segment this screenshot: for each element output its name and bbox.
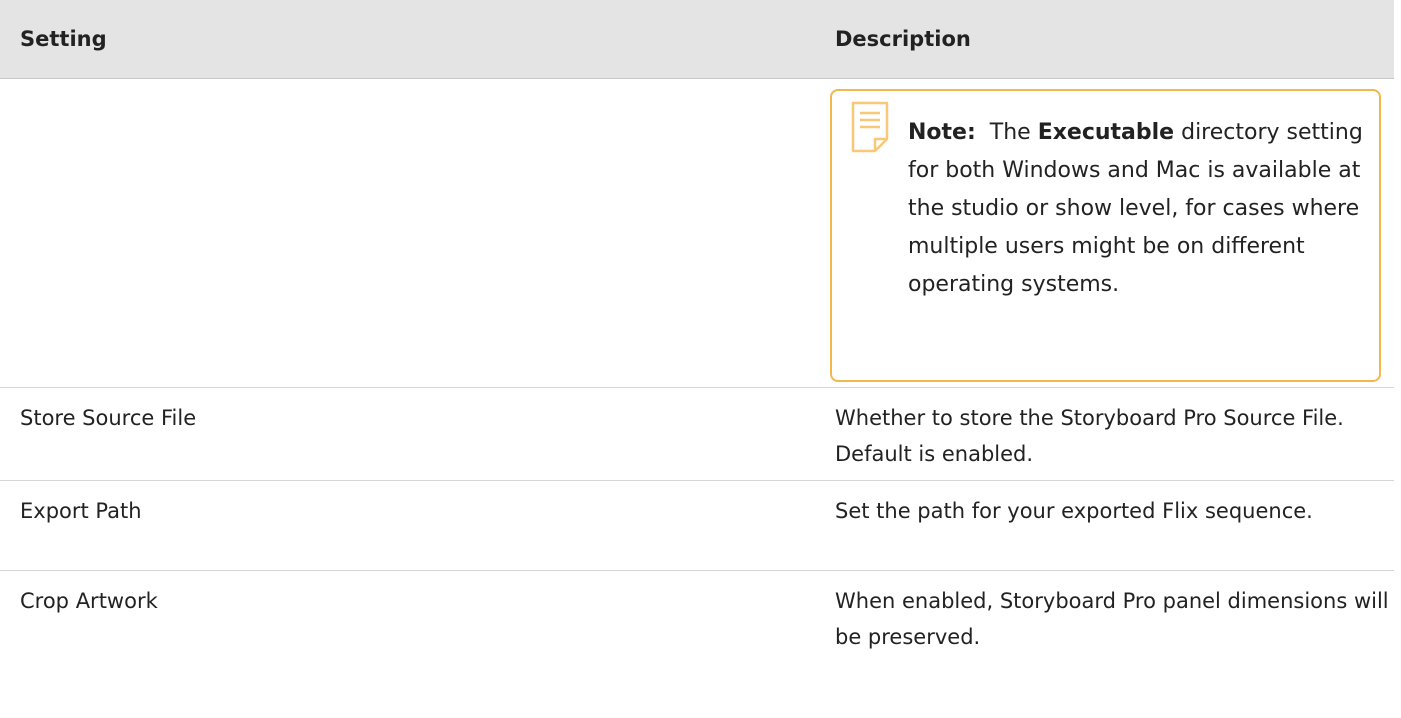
setting-name: Export Path xyxy=(20,499,142,523)
setting-name: Crop Artwork xyxy=(20,589,158,613)
table-row: Crop Artwork When enabled, Storyboard Pr… xyxy=(0,571,1394,668)
header-description: Description xyxy=(835,27,971,51)
table-row: Store Source File Whether to store the S… xyxy=(0,388,1394,481)
description-cell: Note: The Executable directory setting f… xyxy=(815,79,1394,387)
setting-cell-empty xyxy=(0,79,815,387)
note-label: Note: xyxy=(908,120,976,145)
settings-table: Setting Description Note: The Executable… xyxy=(0,0,1394,668)
table-header: Setting Description xyxy=(0,0,1394,79)
setting-name: Store Source File xyxy=(20,406,197,430)
setting-description: Whether to store the Storyboard Pro Sour… xyxy=(835,406,1344,466)
setting-description: Set the path for your exported Flix sequ… xyxy=(835,499,1313,523)
table-row: Export Path Set the path for your export… xyxy=(0,481,1394,571)
note-text: Note: The Executable directory setting f… xyxy=(908,114,1368,304)
note-callout: Note: The Executable directory setting f… xyxy=(830,89,1381,382)
setting-description: When enabled, Storyboard Pro panel dimen… xyxy=(835,589,1389,649)
note-text-post: directory setting for both Windows and M… xyxy=(908,120,1363,297)
table-row: Note: The Executable directory setting f… xyxy=(0,79,1394,388)
header-setting: Setting xyxy=(20,27,107,51)
note-bold-term: Executable xyxy=(1037,120,1175,145)
note-icon xyxy=(851,101,889,153)
note-text-pre: The xyxy=(989,120,1031,145)
